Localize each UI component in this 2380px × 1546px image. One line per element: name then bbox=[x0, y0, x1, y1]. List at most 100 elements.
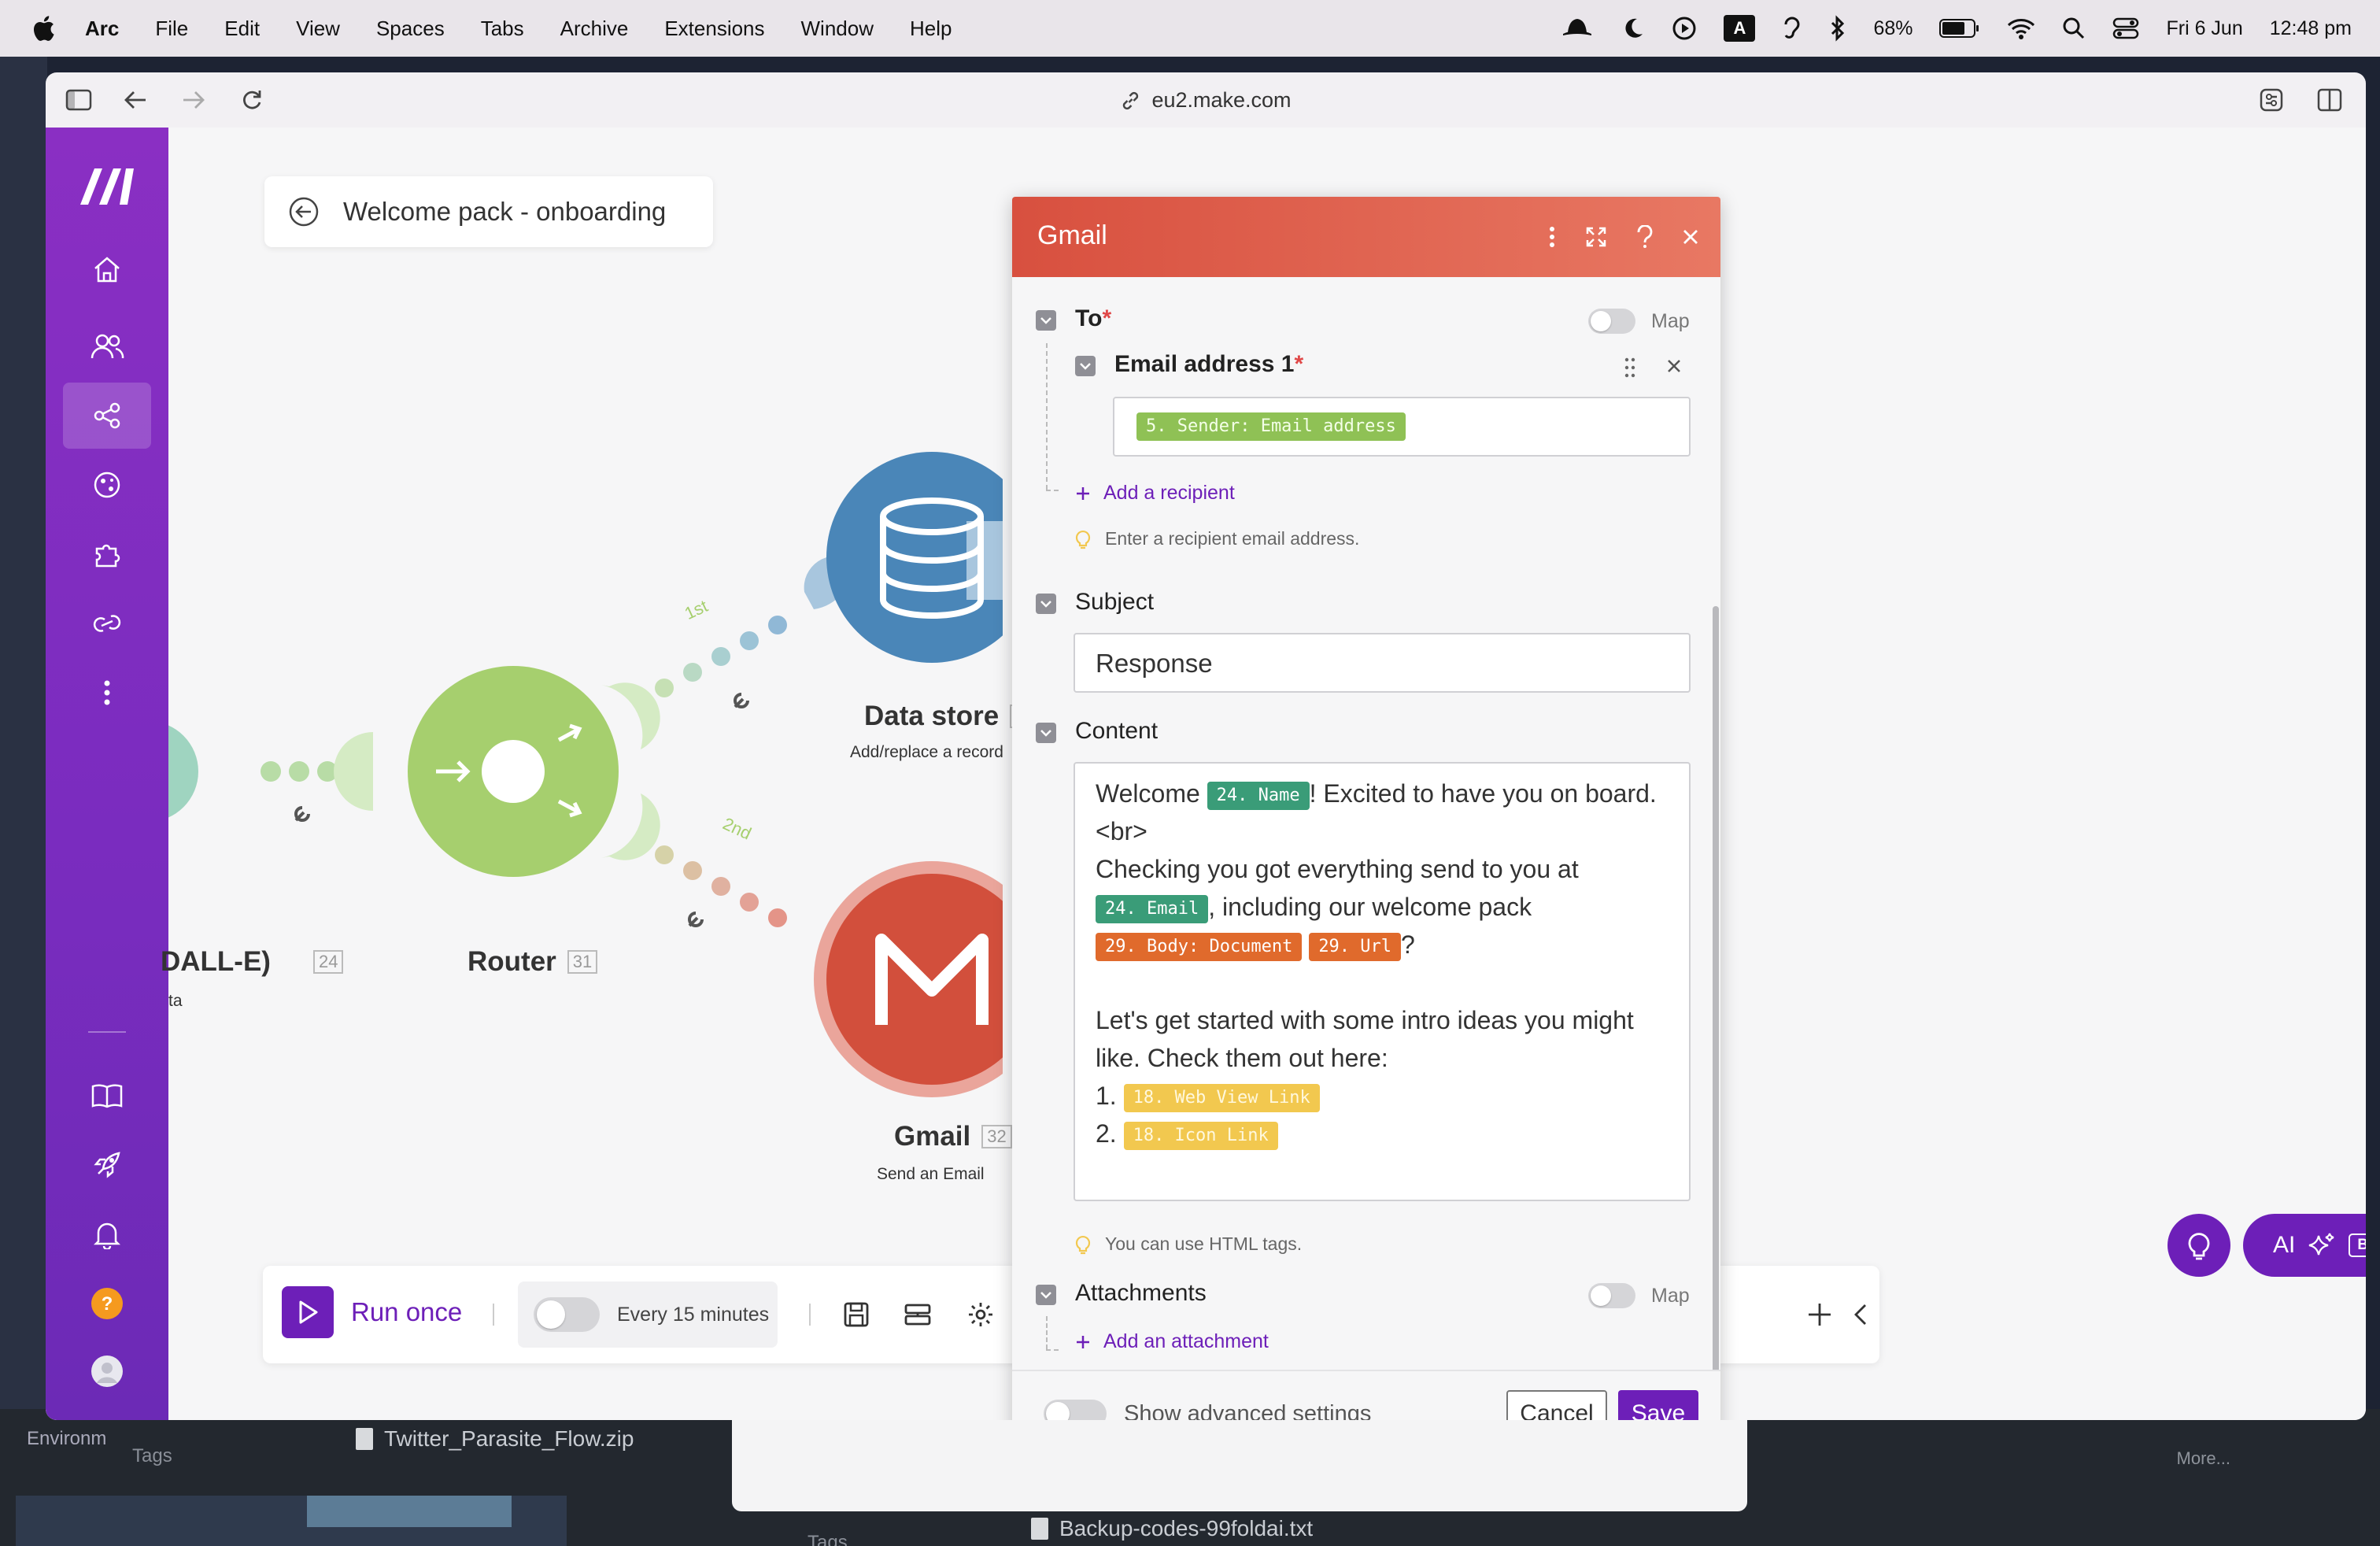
sender-email-pill[interactable]: 5. Sender: Email address bbox=[1136, 412, 1406, 441]
team-icon[interactable] bbox=[63, 313, 151, 379]
home-icon[interactable] bbox=[63, 236, 151, 302]
schedule-control[interactable]: Every 15 minutes bbox=[518, 1282, 778, 1348]
attachments-map-toggle[interactable] bbox=[1588, 1283, 1635, 1308]
file-icon bbox=[1031, 1518, 1048, 1540]
add-attachment-button[interactable]: Add an attachment bbox=[1075, 1330, 1269, 1353]
url-bar[interactable]: eu2.make.com bbox=[1120, 88, 1292, 113]
run-once-button[interactable]: Run once bbox=[282, 1286, 462, 1338]
extension-icon[interactable] bbox=[2257, 86, 2286, 114]
content-label: Content bbox=[1075, 718, 1159, 744]
more-icon[interactable] bbox=[63, 660, 151, 726]
help-question-icon[interactable] bbox=[1629, 221, 1661, 253]
advanced-settings-control[interactable]: Show advanced settings bbox=[1044, 1400, 1371, 1420]
connections-icon[interactable] bbox=[63, 590, 151, 656]
background-tags-label-2: Tags bbox=[808, 1532, 848, 1546]
templates-icon[interactable] bbox=[63, 452, 151, 518]
menu-app-name[interactable]: Arc bbox=[85, 17, 119, 41]
prev-module-id: 24 bbox=[312, 950, 344, 974]
menu-edit[interactable]: Edit bbox=[224, 17, 260, 41]
input-source-icon[interactable]: A bbox=[1724, 15, 1756, 42]
scenarios-icon[interactable] bbox=[63, 383, 151, 449]
reload-icon[interactable] bbox=[238, 86, 266, 114]
forward-arrow-icon[interactable] bbox=[179, 86, 208, 114]
macos-menubar: Arc File Edit View Spaces Tabs Archive E… bbox=[0, 0, 2380, 57]
file-icon bbox=[356, 1428, 373, 1450]
prev-module-sub: ta bbox=[168, 992, 183, 1010]
flow-diagram bbox=[168, 452, 1003, 1097]
required-marker: * bbox=[1102, 305, 1112, 331]
menu-archive[interactable]: Archive bbox=[560, 17, 629, 41]
menu-window[interactable]: Window bbox=[801, 17, 874, 41]
add-icon[interactable] bbox=[1805, 1300, 1834, 1329]
advanced-settings-toggle[interactable] bbox=[1044, 1400, 1107, 1420]
to-hint-text: Enter a recipient email address. bbox=[1105, 527, 1360, 549]
menu-spaces[interactable]: Spaces bbox=[376, 17, 445, 41]
save-button[interactable]: Save bbox=[1618, 1390, 1698, 1420]
notifications-icon[interactable] bbox=[63, 1201, 151, 1267]
menu-tabs[interactable]: Tabs bbox=[481, 17, 524, 41]
email-address-collapse-checkbox[interactable] bbox=[1075, 356, 1096, 376]
ai-assistant-button[interactable]: AI BETA bbox=[2243, 1214, 2366, 1277]
lightbulb-button[interactable] bbox=[2168, 1214, 2230, 1277]
make-sidebar: ? bbox=[46, 128, 168, 1420]
content-collapse-checkbox[interactable] bbox=[1036, 723, 1056, 743]
apple-icon[interactable] bbox=[31, 15, 55, 42]
drag-handle-icon[interactable] bbox=[1624, 357, 1635, 382]
menu-view[interactable]: View bbox=[296, 17, 340, 41]
moon-icon[interactable] bbox=[1621, 17, 1645, 40]
rocket-icon[interactable] bbox=[63, 1132, 151, 1198]
avatar[interactable] bbox=[63, 1338, 151, 1404]
content-text-segment: Welcome bbox=[1096, 779, 1200, 808]
icon-link-pill[interactable]: 18. Icon Link bbox=[1123, 1121, 1278, 1150]
email-address-input[interactable]: 5. Sender: Email address bbox=[1113, 397, 1691, 457]
expand-icon[interactable] bbox=[1580, 221, 1612, 253]
to-map-toggle[interactable] bbox=[1588, 309, 1635, 334]
menu-help[interactable]: Help bbox=[910, 17, 952, 41]
save-icon[interactable] bbox=[842, 1300, 870, 1329]
content-editor[interactable]: Welcome 24. Name! Excited to have you on… bbox=[1074, 762, 1691, 1201]
control-center-icon[interactable] bbox=[2112, 17, 2139, 40]
gmail-node-sub: Send an Email bbox=[877, 1165, 985, 1183]
cancel-button[interactable]: Cancel bbox=[1506, 1390, 1607, 1420]
attachments-label: Attachments bbox=[1075, 1280, 1207, 1306]
add-recipient-button[interactable]: Add a recipient bbox=[1075, 482, 1235, 505]
wifi-icon[interactable] bbox=[2007, 17, 2035, 39]
body-document-pill[interactable]: 29. Body: Document bbox=[1096, 932, 1303, 961]
incognito-icon[interactable] bbox=[1560, 17, 1595, 40]
menu-file[interactable]: File bbox=[155, 17, 188, 41]
remove-recipient-icon[interactable] bbox=[1667, 359, 1681, 377]
schedule-toggle[interactable] bbox=[534, 1297, 600, 1332]
kebab-menu-icon[interactable] bbox=[1536, 221, 1568, 253]
menubar-time[interactable]: 12:48 pm bbox=[2270, 17, 2352, 40]
hearing-icon[interactable] bbox=[1782, 15, 1802, 42]
apps-icon[interactable] bbox=[63, 521, 151, 587]
content-text-segment: ? bbox=[1401, 930, 1415, 959]
add-attachment-label: Add an attachment bbox=[1103, 1330, 1269, 1352]
to-collapse-checkbox[interactable] bbox=[1036, 310, 1056, 331]
web-view-link-pill[interactable]: 18. Web View Link bbox=[1123, 1083, 1320, 1112]
back-arrow-icon[interactable] bbox=[121, 86, 150, 114]
split-view-icon[interactable] bbox=[2315, 86, 2344, 114]
scenario-settings-icon[interactable] bbox=[904, 1300, 932, 1329]
panel-scrollbar[interactable] bbox=[1713, 606, 1719, 1420]
help-icon[interactable]: ? bbox=[63, 1270, 151, 1337]
content-hint: You can use HTML tags. bbox=[1075, 1233, 1302, 1255]
attachments-collapse-checkbox[interactable] bbox=[1036, 1285, 1056, 1305]
subject-input[interactable]: Response bbox=[1074, 633, 1691, 693]
docs-icon[interactable] bbox=[63, 1063, 151, 1129]
bluetooth-icon[interactable] bbox=[1829, 15, 1846, 42]
subject-collapse-checkbox[interactable] bbox=[1036, 594, 1056, 614]
name-pill[interactable]: 24. Name bbox=[1207, 781, 1310, 810]
menu-extensions[interactable]: Extensions bbox=[664, 17, 764, 41]
gear-icon[interactable] bbox=[966, 1300, 995, 1329]
sidebar-toggle-icon[interactable] bbox=[65, 86, 93, 114]
close-icon[interactable] bbox=[1675, 221, 1706, 253]
content-line: Welcome 24. Name! Excited to have you on… bbox=[1096, 775, 1673, 812]
make-logo-icon[interactable] bbox=[79, 165, 137, 210]
url-pill[interactable]: 29. Url bbox=[1309, 932, 1402, 961]
play-circle-icon[interactable] bbox=[1672, 16, 1697, 41]
spotlight-search-icon[interactable] bbox=[2062, 17, 2086, 40]
chevron-left-icon[interactable] bbox=[1846, 1300, 1875, 1329]
email-pill[interactable]: 24. Email bbox=[1096, 894, 1209, 923]
battery-icon[interactable] bbox=[1939, 18, 1980, 39]
